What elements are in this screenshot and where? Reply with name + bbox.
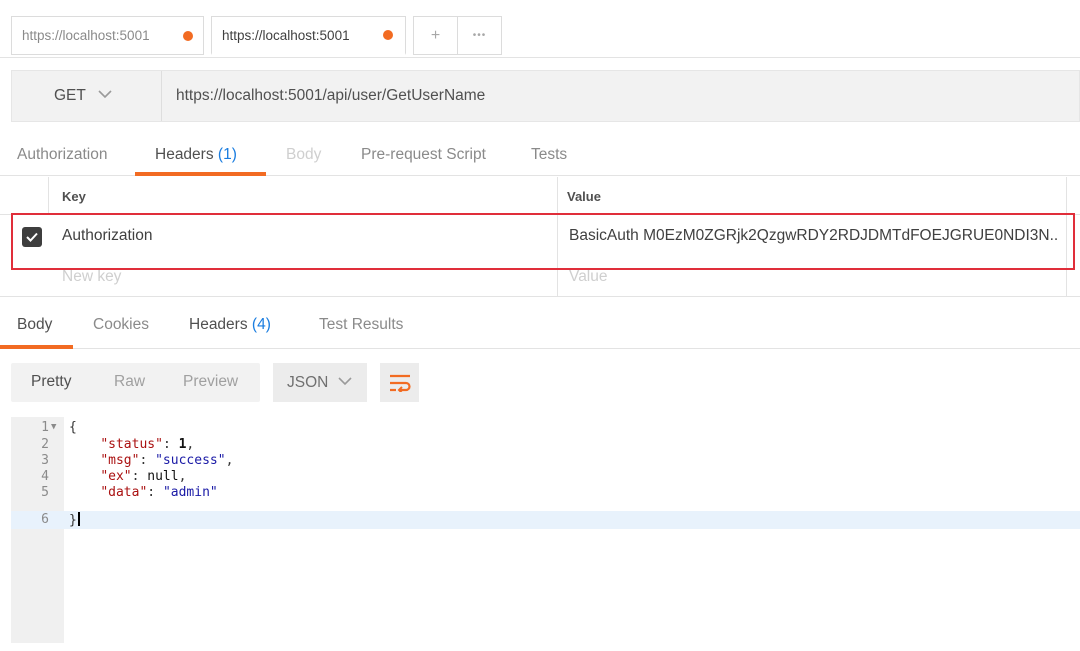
request-tabs: Authorization Headers (1) Body Pre-reque… xyxy=(0,140,1080,176)
unsaved-dot-icon xyxy=(183,30,193,41)
highlight-annotation-box xyxy=(11,213,1075,270)
code-text: } xyxy=(69,512,80,529)
tab-authorization[interactable]: Authorization xyxy=(17,146,107,164)
ellipsis-icon: ••• xyxy=(472,30,487,41)
response-tabs: Body Cookies Headers (4) Test Results xyxy=(0,307,1080,349)
response-headers-count: (4) xyxy=(251,316,271,333)
tab-headers-label: Headers xyxy=(155,146,214,163)
code-line: 2 "status": 1, xyxy=(11,437,1080,453)
tab-response-body[interactable]: Body xyxy=(17,316,52,334)
code-line: 3 "msg": "success", xyxy=(11,453,1080,469)
code-text: "status": 1, xyxy=(100,437,195,452)
url-input[interactable]: https://localhost:5001/api/user/GetUserN… xyxy=(162,87,485,105)
response-body-editor[interactable]: 1 ▼ { 2 "status": 1, 3 "msg": "success",… xyxy=(11,417,1080,643)
request-bar: GET https://localhost:5001/api/user/GetU… xyxy=(11,70,1080,122)
code-line: 4 "ex": null, xyxy=(11,469,1080,485)
view-raw-button[interactable]: Raw xyxy=(114,373,145,391)
key-column-header: Key xyxy=(62,189,86,204)
tab-tests[interactable]: Tests xyxy=(531,146,567,164)
active-tab-indicator xyxy=(135,172,266,176)
column-divider xyxy=(48,177,49,215)
new-tab-button[interactable]: + xyxy=(414,17,457,54)
headers-count: (1) xyxy=(217,146,237,163)
fold-toggle-icon[interactable]: ▼ xyxy=(51,420,56,436)
active-response-tab-indicator xyxy=(0,345,73,349)
request-tab-label: https://localhost:5001 xyxy=(22,28,150,43)
line-number: 3 xyxy=(41,453,49,468)
tab-body[interactable]: Body xyxy=(286,146,321,164)
request-tab-label: https://localhost:5001 xyxy=(222,27,350,43)
view-pretty-button[interactable]: Pretty xyxy=(31,373,71,391)
chevron-down-icon xyxy=(338,376,352,389)
code-text: "data": "admin" xyxy=(100,485,218,500)
line-number: 5 xyxy=(41,485,49,500)
new-key-input[interactable]: New key xyxy=(62,268,542,286)
plus-icon: + xyxy=(430,26,441,44)
tab-response-headers-label: Headers xyxy=(189,316,248,333)
unsaved-dot-icon xyxy=(383,30,393,40)
code-line-active: 6 } xyxy=(11,511,1080,529)
line-number: 1 xyxy=(41,420,49,435)
request-tab[interactable]: https://localhost:5001 xyxy=(11,16,204,55)
value-column-header: Value xyxy=(567,189,601,204)
code-line: 1 ▼ { xyxy=(11,420,1080,436)
view-preview-button[interactable]: Preview xyxy=(183,373,238,391)
chevron-down-icon xyxy=(98,90,112,102)
code-line: 5 "data": "admin" xyxy=(11,485,1080,501)
tab-test-results[interactable]: Test Results xyxy=(319,316,403,334)
code-text: "msg": "success", xyxy=(100,453,234,468)
view-mode-selector: Pretty Raw Preview xyxy=(11,363,260,402)
request-tab-active[interactable]: https://localhost:5001 xyxy=(211,16,406,55)
wrap-lines-icon xyxy=(389,374,411,392)
tab-cookies[interactable]: Cookies xyxy=(93,316,149,334)
request-tab-strip: https://localhost:5001 https://localhost… xyxy=(0,0,1080,58)
tab-controls: + ••• xyxy=(413,16,502,55)
format-label: JSON xyxy=(287,373,329,391)
tab-headers[interactable]: Headers (1) xyxy=(155,146,237,164)
format-select[interactable]: JSON xyxy=(273,363,367,402)
method-select[interactable]: GET xyxy=(12,71,162,121)
method-label: GET xyxy=(54,87,86,104)
wrap-lines-button[interactable] xyxy=(380,363,419,402)
more-tabs-button[interactable]: ••• xyxy=(457,17,501,54)
line-number: 4 xyxy=(41,469,49,484)
table-header-row: Key Value xyxy=(0,177,1080,215)
line-number: 2 xyxy=(41,437,49,452)
code-text: "ex": null, xyxy=(100,469,187,484)
line-number: 6 xyxy=(41,512,49,527)
tab-response-headers[interactable]: Headers (4) xyxy=(189,316,271,334)
text-caret xyxy=(77,512,80,526)
tab-prerequest-script[interactable]: Pre-request Script xyxy=(361,146,486,164)
code-text: { xyxy=(69,420,77,435)
new-value-input[interactable]: Value xyxy=(569,268,1059,286)
